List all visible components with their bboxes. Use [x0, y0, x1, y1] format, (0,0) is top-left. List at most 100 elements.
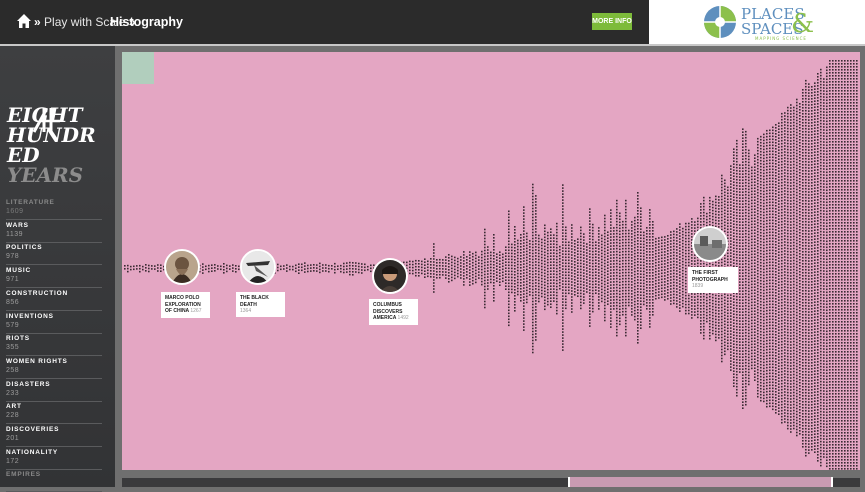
category-item-disasters[interactable]: DISASTERS233	[6, 379, 102, 402]
event-dot	[607, 297, 609, 299]
event-dot	[202, 263, 204, 265]
event-dot	[745, 194, 747, 196]
event-dot	[787, 359, 789, 361]
event-dot	[613, 278, 615, 280]
event-dot	[535, 282, 537, 284]
event-dot	[778, 305, 780, 307]
event-dot	[778, 398, 780, 400]
event-dot	[787, 344, 789, 346]
event-dot	[664, 245, 666, 247]
event-dot	[742, 395, 744, 397]
event-dot	[772, 355, 774, 357]
event-dot	[766, 202, 768, 204]
event-dot	[508, 277, 510, 279]
event-dot	[784, 265, 786, 267]
event-dot	[763, 299, 765, 301]
event-dot	[589, 292, 591, 294]
event-dot	[580, 251, 582, 253]
event-dot	[763, 158, 765, 160]
event-dot	[544, 264, 546, 266]
histogram-chart[interactable]	[122, 52, 860, 470]
event-dot	[718, 325, 720, 327]
event-dot	[352, 274, 354, 276]
event-dot	[781, 281, 783, 283]
event-dot	[724, 210, 726, 212]
more-info-button[interactable]: MORE INFO	[592, 13, 632, 30]
event-dot	[532, 205, 534, 207]
event-dot	[619, 309, 621, 311]
event-dot	[634, 313, 636, 315]
event-dot	[751, 185, 753, 187]
event-dot	[736, 242, 738, 244]
event-dot	[736, 344, 738, 346]
event-dot	[148, 265, 150, 267]
category-item-literature[interactable]: LITERATURE1609	[6, 197, 102, 220]
event-dot	[775, 196, 777, 198]
category-item-riots[interactable]: RIOTS355	[6, 333, 102, 356]
event-dot	[535, 243, 537, 245]
places-spaces-logo[interactable]: PLACES SPACES & MAPPING SCIENCE	[649, 0, 865, 44]
event-dot	[754, 223, 756, 225]
event-dot	[559, 261, 561, 263]
event-dot	[778, 239, 780, 241]
event-dot	[760, 364, 762, 366]
event-dot	[667, 241, 669, 243]
event-dot	[757, 375, 759, 377]
event-dot	[763, 350, 765, 352]
category-item-politics[interactable]: POLITICS978	[6, 242, 102, 265]
event-dot	[520, 276, 522, 278]
event-dot	[745, 377, 747, 379]
event-dot	[763, 176, 765, 178]
event-dot	[526, 236, 528, 238]
event-dot	[784, 196, 786, 198]
event-dot	[766, 394, 768, 396]
category-item-nationality[interactable]: NATIONALITY172	[6, 447, 102, 470]
event-dot	[760, 172, 762, 174]
event-dot	[775, 205, 777, 207]
event-dot	[445, 268, 447, 270]
event-dot	[772, 304, 774, 306]
event-dot	[556, 247, 558, 249]
event-dot	[754, 181, 756, 183]
event-dot	[781, 152, 783, 154]
event-dot	[754, 220, 756, 222]
event-dot	[760, 325, 762, 327]
category-item-empires[interactable]: EMPIRES	[6, 469, 102, 492]
event-dot	[622, 302, 624, 304]
event-dot	[748, 336, 750, 338]
event-dot	[622, 293, 624, 295]
event-dot	[754, 319, 756, 321]
event-dot	[769, 379, 771, 381]
event-dot	[646, 257, 648, 259]
event-dot	[733, 331, 735, 333]
event-dot	[508, 223, 510, 225]
event-dot	[715, 322, 717, 324]
event-dot	[763, 335, 765, 337]
event-dot	[772, 241, 774, 243]
event-dot	[757, 156, 759, 158]
event-dot	[781, 383, 783, 385]
category-item-wars[interactable]: WARS1139	[6, 220, 102, 243]
category-item-discoveries[interactable]: DISCOVERIES201	[6, 424, 102, 447]
event-dot	[739, 197, 741, 199]
event-dot	[640, 243, 642, 245]
event-dot	[739, 233, 741, 235]
category-item-construction[interactable]: CONSTRUCTION856	[6, 288, 102, 311]
event-dot	[670, 267, 672, 269]
event-dot	[637, 315, 639, 317]
event-dot	[763, 353, 765, 355]
event-dot	[640, 252, 642, 254]
event-dot	[787, 260, 789, 262]
category-item-inventions[interactable]: INVENTIONS579	[6, 311, 102, 334]
event-dot	[763, 365, 765, 367]
event-dot	[769, 373, 771, 375]
category-item-art[interactable]: ART228	[6, 401, 102, 424]
event-dot	[562, 196, 564, 198]
category-item-music[interactable]: MUSIC971	[6, 265, 102, 288]
event-dot	[775, 253, 777, 255]
home-icon[interactable]	[16, 13, 32, 29]
event-dot	[616, 269, 618, 271]
category-item-women-rights[interactable]: WOMEN RIGHTS258	[6, 356, 102, 379]
event-dot	[535, 201, 537, 203]
event-dot	[562, 331, 564, 333]
